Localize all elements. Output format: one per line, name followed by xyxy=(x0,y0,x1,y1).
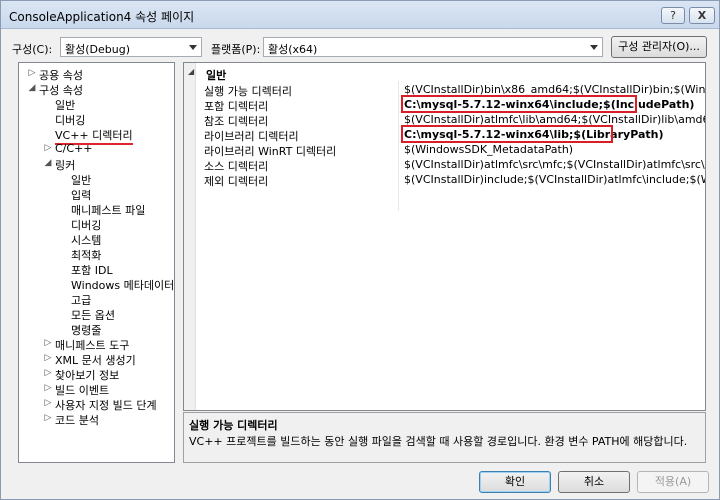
property-row-source-dirs[interactable]: 소스 디렉터리 $(VCInstallDir)atlmfc\src\mfc;$(V… xyxy=(196,157,705,173)
tree-item-label: 고급 xyxy=(71,294,92,307)
tree-item-label: 디버깅 xyxy=(55,114,86,127)
tree-item-label: 링커 xyxy=(55,159,76,172)
tree-item-label: 찾아보기 정보 xyxy=(55,369,120,382)
config-manager-button[interactable]: 구성 관리자(O)... xyxy=(611,36,707,58)
expand-arrow-icon[interactable]: ▷ xyxy=(43,366,53,381)
tree-item-label: XML 문서 생성기 xyxy=(55,354,136,367)
tree-item-label: C/C++ xyxy=(55,142,93,155)
cancel-button[interactable]: 취소 xyxy=(558,471,630,493)
expand-arrow-icon[interactable]: ▷ xyxy=(27,66,37,81)
expand-arrow-icon[interactable]: ▷ xyxy=(43,141,53,156)
title-bar: ConsoleApplication4 속성 페이지 ? X xyxy=(1,1,719,29)
description-panel: 실행 가능 디렉터리 VC++ 프로젝트를 빌드하는 동안 실행 파일을 검색할… xyxy=(183,412,706,463)
tree-item-label: 명령줄 xyxy=(71,324,102,337)
collapse-arrow-icon[interactable]: ◢ xyxy=(27,81,37,96)
category-title: 일반 xyxy=(206,69,227,82)
highlight-box xyxy=(401,125,613,143)
tree-item-label: 매니페스트 파일 xyxy=(71,204,146,217)
chevron-down-icon xyxy=(590,45,598,50)
collapse-icon[interactable]: ◢ xyxy=(188,67,194,76)
category-tree[interactable]: ▷ 공용 속성 ◢ 구성 속성 일반 디버깅 VC++ 디렉터리 ▷ C/C++ ◢ 링커 일반 입력 매… xyxy=(18,62,175,463)
tree-item-label: 모든 옵션 xyxy=(71,309,115,322)
property-pages-window: ConsoleApplication4 속성 페이지 ? X 구성(C): 활성… xyxy=(0,0,720,500)
expand-arrow-icon[interactable]: ▷ xyxy=(43,351,53,366)
collapse-arrow-icon[interactable]: ◢ xyxy=(43,156,53,171)
tree-item-label: 빌드 이벤트 xyxy=(55,384,110,397)
tree-item-label: 일반 xyxy=(71,174,92,187)
config-label: 구성(C): xyxy=(12,43,53,56)
window-title: ConsoleApplication4 속성 페이지 xyxy=(9,10,195,24)
platform-label: 플랫폼(P): xyxy=(211,43,261,56)
expand-arrow-icon[interactable]: ▷ xyxy=(43,381,53,396)
tree-item-label: 시스템 xyxy=(71,234,102,247)
description-title: 실행 가능 디렉터리 xyxy=(189,419,278,432)
ok-button[interactable]: 확인 xyxy=(479,471,551,493)
description-text: VC++ 프로젝트를 빌드하는 동안 실행 파일을 검색할 때 사용할 경로입니… xyxy=(189,435,688,448)
tree-item-label: 매니페스트 도구 xyxy=(55,339,130,352)
property-value[interactable]: $(WindowsSDK_MetadataPath) xyxy=(404,143,705,156)
expand-arrow-icon[interactable]: ▷ xyxy=(43,396,53,411)
close-button[interactable]: X xyxy=(689,7,715,24)
platform-select[interactable]: 활성(x64) xyxy=(263,37,603,57)
expand-arrow-icon[interactable]: ▷ xyxy=(43,411,53,426)
property-value[interactable]: $(VCInstallDir)atlmfc\src\mfc;$(VCInstal… xyxy=(404,158,705,171)
tree-item-label: 일반 xyxy=(55,99,76,112)
help-button[interactable]: ? xyxy=(661,7,685,24)
config-select-value: 활성(Debug) xyxy=(65,43,130,56)
grid-gutter xyxy=(184,63,196,410)
tree-item-label: Windows 메타데이터 xyxy=(71,279,175,292)
tree-item-label: 공용 속성 xyxy=(39,69,83,82)
tree-item-label: 구성 속성 xyxy=(39,84,83,97)
tree-item-label: 디버깅 xyxy=(71,219,102,232)
property-value[interactable]: $(VCInstallDir)include;$(VCInstallDir)at… xyxy=(404,173,705,186)
tree-item-label: 최적화 xyxy=(71,249,102,262)
property-name: 제외 디렉터리 xyxy=(204,175,269,188)
platform-select-value: 활성(x64) xyxy=(268,43,318,56)
property-row-exclude-dirs[interactable]: 제외 디렉터리 $(VCInstallDir)include;$(VCInstal… xyxy=(196,172,705,188)
tree-item-label: 입력 xyxy=(71,189,92,202)
tree-item-label: 코드 분석 xyxy=(55,414,99,427)
expand-arrow-icon[interactable]: ▷ xyxy=(43,336,53,351)
config-select[interactable]: 활성(Debug) xyxy=(60,37,202,57)
tree-item-label: 포함 IDL xyxy=(71,264,113,277)
property-row-library-winrt-dirs[interactable]: 라이브러리 WinRT 디렉터리 $(WindowsSDK_MetadataPat… xyxy=(196,142,705,158)
highlight-box xyxy=(401,95,637,113)
chevron-down-icon xyxy=(189,45,197,50)
apply-button[interactable]: 적용(A) xyxy=(637,471,709,493)
tree-item-label: 사용자 지정 빌드 단계 xyxy=(55,399,157,412)
property-grid: ◢ 일반 실행 가능 디렉터리 $(VCInstallDir)bin\x86_am… xyxy=(183,62,706,411)
